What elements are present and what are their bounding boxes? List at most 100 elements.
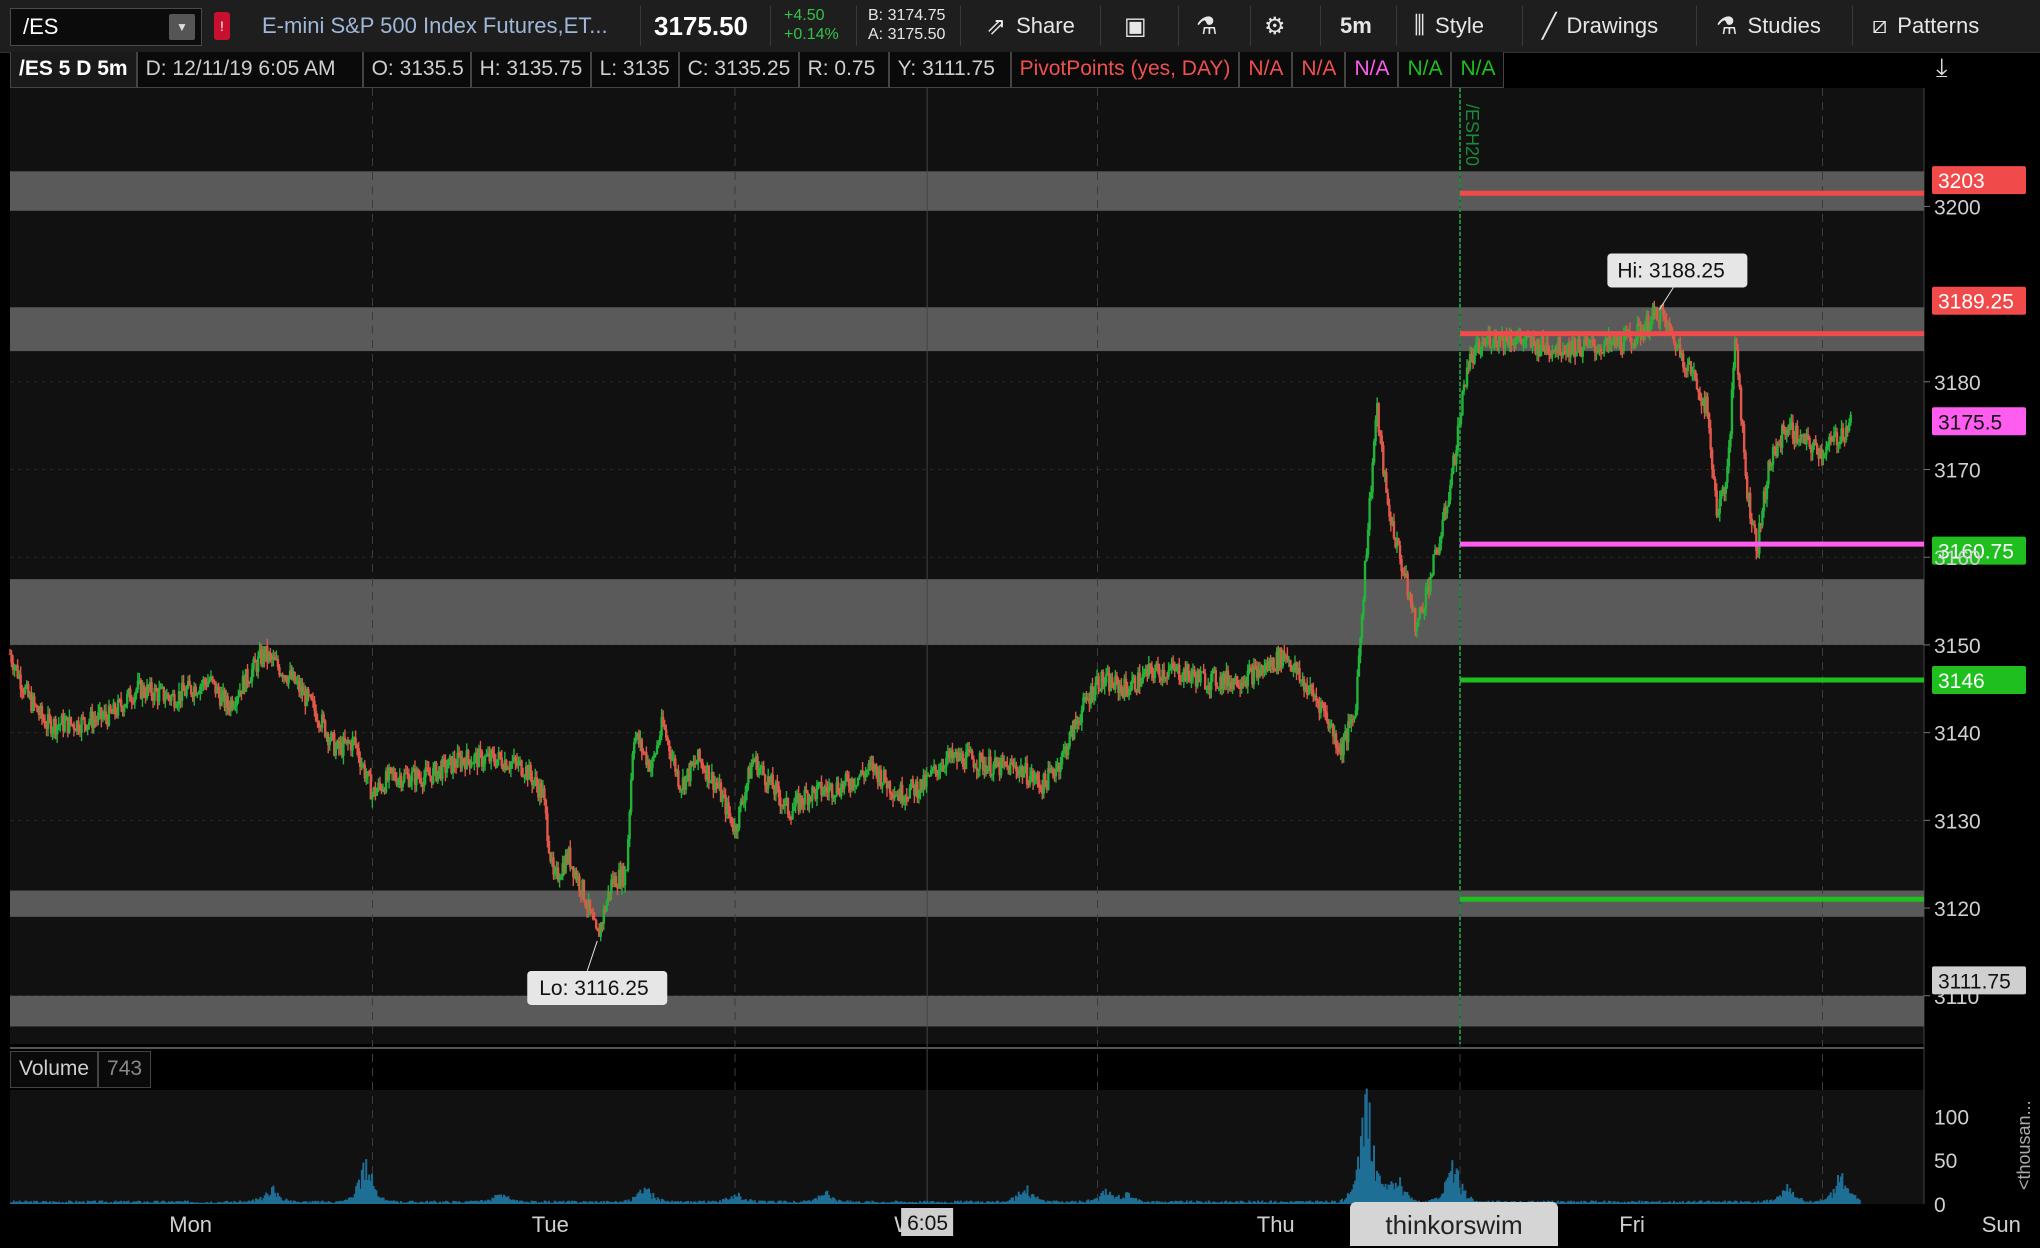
- symbol-text: /ES: [23, 14, 59, 39]
- patterns-icon: ⧄: [1872, 12, 1888, 39]
- candle-body: [1356, 676, 1359, 711]
- candle-body: [1739, 386, 1743, 421]
- high-label: Hi: 3188.25: [1617, 259, 1724, 282]
- candle-body: [1776, 443, 1779, 457]
- divider: [1852, 6, 1853, 46]
- candle-body: [256, 656, 260, 672]
- legend-na: N/A: [1451, 52, 1505, 88]
- day-label: Mon: [169, 1212, 212, 1237]
- style-button[interactable]: ⫼ Style: [1414, 6, 1484, 46]
- share-label: Share: [1016, 13, 1075, 38]
- candle-body: [1158, 668, 1161, 678]
- legend-na: N/A: [1345, 52, 1399, 88]
- support-resistance-zone: [10, 890, 1924, 917]
- timeframe-selector[interactable]: 5m: [1340, 6, 1372, 46]
- candle-body: [1450, 473, 1454, 486]
- flask-icon: ⚗: [1196, 12, 1218, 40]
- patterns-button[interactable]: ⧄ Patterns: [1872, 6, 1979, 46]
- candle-body: [212, 679, 216, 682]
- candle-body: [569, 847, 572, 868]
- chevron-down-icon[interactable]: ▼: [169, 14, 195, 40]
- candle-body: [728, 812, 732, 817]
- legend-y: Y: 3111.75: [888, 52, 1011, 88]
- volume-value: 743: [98, 1051, 152, 1088]
- legend-symbol[interactable]: /ES 5 D 5m: [10, 52, 137, 88]
- price-tick-label: 3120: [1934, 898, 1981, 921]
- candle-body: [1456, 425, 1460, 451]
- candle-body: [1153, 670, 1157, 679]
- day-label: Thu: [1257, 1212, 1295, 1237]
- candle-body: [698, 749, 701, 760]
- volume-tick-label: 100: [1934, 1106, 1969, 1129]
- candle-body: [1216, 685, 1219, 688]
- candle-body: [1377, 403, 1380, 433]
- legend-low: L: 3135: [590, 52, 679, 88]
- candle-body: [63, 720, 67, 732]
- candle-body: [467, 750, 470, 760]
- candle-body: [1368, 497, 1371, 530]
- volume-unit-label: <thousan...: [2014, 1100, 2034, 1190]
- flask-button[interactable]: ⚗: [1196, 6, 1228, 46]
- candle-body: [762, 765, 765, 775]
- day-label: Tue: [532, 1212, 569, 1237]
- divider: [1396, 6, 1397, 46]
- candle-body: [1441, 519, 1444, 536]
- share-icon: ⇗: [986, 12, 1007, 40]
- price-tick-label: 3160: [1934, 547, 1981, 570]
- volume-tick-label: 50: [1934, 1150, 1957, 1173]
- legend-close: C: 3135.25: [678, 52, 799, 88]
- brand-tab: thinkorswim: [1350, 1202, 1558, 1246]
- legend-na: N/A: [1292, 52, 1346, 88]
- alert-badge[interactable]: !: [214, 12, 230, 40]
- divider: [1522, 6, 1523, 46]
- legend-range: R: 0.75: [798, 52, 889, 88]
- chart-canvas[interactable]: /ESH20 32033189.253175.53160.7531463111.…: [0, 0, 2040, 1240]
- candle-body: [410, 771, 414, 782]
- divider: [856, 6, 857, 46]
- change-value: +4.50: [784, 7, 825, 24]
- candle-body: [1686, 364, 1689, 372]
- volume-label[interactable]: Volume: [10, 1051, 99, 1088]
- candle-body: [1732, 367, 1735, 390]
- candle-body: [791, 810, 794, 820]
- legend-na: N/A: [1398, 52, 1452, 88]
- symbol-selector[interactable]: /ES ▼: [10, 8, 202, 46]
- settings-button[interactable]: ⚙: [1264, 6, 1296, 46]
- candle-body: [1272, 658, 1275, 670]
- candle-body: [33, 696, 36, 705]
- candle-body: [1709, 427, 1712, 450]
- candle-body: [1695, 378, 1699, 389]
- gear-icon: ⚙: [1264, 12, 1286, 40]
- candle-body: [158, 688, 161, 702]
- candle-body: [582, 879, 586, 902]
- divider: [1250, 6, 1251, 46]
- volume-bar: [1858, 1199, 1861, 1204]
- support-resistance-zone: [10, 995, 1924, 1027]
- toolbar: /ES ▼ ! E-mini S&P 500 Index Futures,ET.…: [0, 0, 2040, 53]
- share-button[interactable]: ⇗ Share: [986, 6, 1075, 46]
- patterns-label: Patterns: [1897, 13, 1980, 38]
- candle-body: [1581, 348, 1584, 357]
- snapshot-button[interactable]: ▣: [1124, 6, 1157, 46]
- support-resistance-zone: [10, 579, 1924, 645]
- legend-open: O: 3135.5: [362, 52, 471, 88]
- studies-button[interactable]: ⚗ Studies: [1716, 6, 1821, 46]
- price-tick-label: 3170: [1934, 460, 1981, 483]
- candle-body: [547, 841, 551, 853]
- candle-body: [1656, 308, 1659, 321]
- candle-body: [1599, 348, 1603, 352]
- candle-body: [543, 788, 546, 800]
- price-tick-label: 3140: [1934, 723, 1981, 746]
- candle-body: [578, 875, 581, 891]
- drawings-button[interactable]: ╱ Drawings: [1542, 6, 1658, 46]
- day-label: Fri: [1619, 1212, 1645, 1237]
- flask-icon: ⚗: [1716, 12, 1738, 40]
- candle-body: [1392, 521, 1396, 539]
- divider: [1100, 6, 1101, 46]
- bid-value: B: 3174.75: [868, 7, 946, 24]
- legend-study[interactable]: PivotPoints (yes, DAY): [1010, 52, 1240, 88]
- candle-body: [989, 756, 992, 777]
- candle-body: [1199, 671, 1202, 683]
- candle-body: [69, 716, 73, 724]
- ask-value: A: 3175.50: [868, 26, 946, 43]
